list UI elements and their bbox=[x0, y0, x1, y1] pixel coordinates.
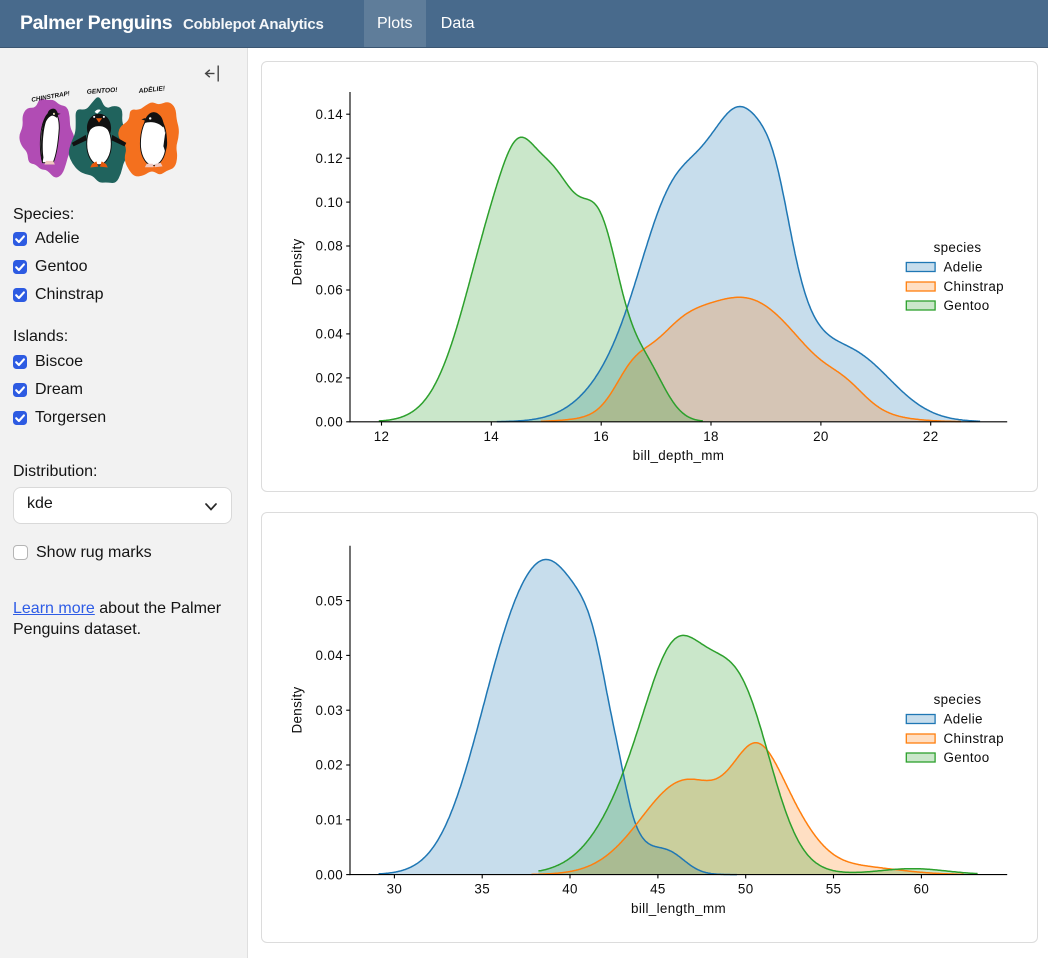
svg-text:22: 22 bbox=[923, 429, 939, 444]
svg-text:0.01: 0.01 bbox=[316, 813, 343, 828]
svg-text:0.04: 0.04 bbox=[316, 648, 344, 663]
svg-text:0.02: 0.02 bbox=[316, 758, 343, 773]
svg-text:species: species bbox=[934, 692, 982, 707]
svg-text:14: 14 bbox=[483, 429, 499, 444]
svg-text:0.04: 0.04 bbox=[316, 327, 344, 342]
svg-text:Gentoo: Gentoo bbox=[944, 750, 990, 765]
svg-text:16: 16 bbox=[593, 429, 609, 444]
svg-text:0.05: 0.05 bbox=[316, 593, 343, 608]
svg-text:18: 18 bbox=[703, 429, 719, 444]
svg-text:Adelie: Adelie bbox=[944, 260, 983, 275]
svg-text:bill_depth_mm: bill_depth_mm bbox=[633, 448, 725, 463]
svg-text:Density: Density bbox=[290, 686, 305, 733]
svg-text:GENTOO!: GENTOO! bbox=[87, 87, 119, 96]
svg-text:55: 55 bbox=[826, 882, 842, 897]
svg-text:20: 20 bbox=[813, 429, 829, 444]
svg-text:30: 30 bbox=[387, 882, 403, 897]
svg-text:Density: Density bbox=[290, 238, 305, 285]
svg-text:ADĒLIE!: ADĒLIE! bbox=[137, 84, 166, 95]
svg-text:species: species bbox=[934, 240, 982, 255]
svg-text:0.10: 0.10 bbox=[316, 195, 343, 210]
svg-text:45: 45 bbox=[650, 882, 666, 897]
svg-text:0.14: 0.14 bbox=[316, 107, 344, 122]
svg-text:bill_length_mm: bill_length_mm bbox=[631, 901, 726, 916]
svg-text:60: 60 bbox=[914, 882, 930, 897]
svg-text:Chinstrap: Chinstrap bbox=[944, 731, 1004, 746]
svg-text:Chinstrap: Chinstrap bbox=[944, 279, 1004, 294]
svg-text:40: 40 bbox=[562, 882, 578, 897]
svg-text:0.12: 0.12 bbox=[316, 151, 343, 166]
svg-text:0.02: 0.02 bbox=[316, 371, 343, 386]
svg-text:12: 12 bbox=[374, 429, 390, 444]
svg-text:Gentoo: Gentoo bbox=[944, 298, 990, 313]
svg-text:35: 35 bbox=[474, 882, 490, 897]
svg-text:0.08: 0.08 bbox=[316, 239, 343, 254]
svg-text:0.00: 0.00 bbox=[316, 415, 343, 430]
svg-text:50: 50 bbox=[738, 882, 754, 897]
svg-text:Adelie: Adelie bbox=[944, 712, 983, 727]
svg-text:0.06: 0.06 bbox=[316, 283, 343, 298]
svg-text:0.03: 0.03 bbox=[316, 703, 343, 718]
svg-text:0.00: 0.00 bbox=[316, 867, 343, 882]
